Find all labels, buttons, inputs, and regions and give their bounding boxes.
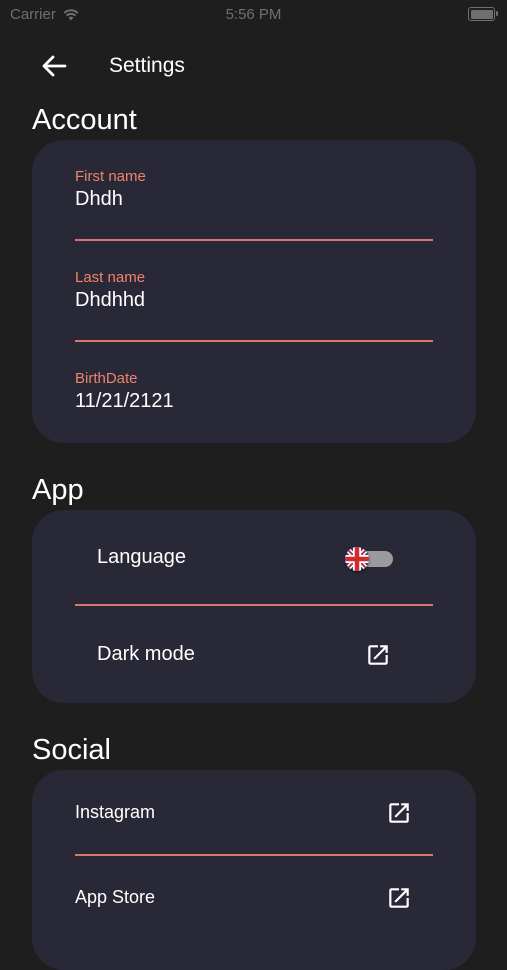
page-title: Settings bbox=[109, 54, 185, 77]
birth-date-value[interactable]: 11/21/2121 bbox=[75, 390, 433, 413]
account-card: First name Dhdh Last name Dhdhhd BirthDa… bbox=[32, 140, 476, 443]
last-name-underline bbox=[75, 340, 433, 342]
arrow-back-icon bbox=[42, 55, 67, 77]
section-title-app: App bbox=[32, 474, 84, 506]
last-name-value[interactable]: Dhdhhd bbox=[75, 289, 433, 312]
language-toggle[interactable] bbox=[345, 547, 393, 571]
birth-date-label: BirthDate bbox=[75, 370, 138, 387]
app-bar: Settings bbox=[0, 44, 507, 88]
last-name-label: Last name bbox=[75, 269, 146, 286]
app-store-open-button[interactable] bbox=[385, 884, 413, 912]
first-name-value[interactable]: Dhdh bbox=[75, 188, 433, 211]
open-in-new-icon bbox=[389, 803, 409, 823]
app-store-label: App Store bbox=[75, 887, 156, 907]
dark-mode-open-button[interactable] bbox=[364, 641, 392, 669]
language-label: Language bbox=[97, 546, 186, 568]
section-title-social: Social bbox=[32, 734, 111, 766]
last-name-field[interactable]: Last name Dhdhhd bbox=[75, 269, 433, 312]
battery-icon bbox=[468, 7, 498, 21]
instagram-label: Instagram bbox=[75, 802, 156, 822]
instagram-open-button[interactable] bbox=[385, 799, 413, 827]
status-bar: Carrier 5:56 PM bbox=[0, 0, 507, 30]
first-name-label: First name bbox=[75, 168, 146, 185]
status-time: 5:56 PM bbox=[225, 6, 282, 23]
uk-flag-icon bbox=[345, 547, 369, 571]
section-title-account: Account bbox=[32, 104, 137, 136]
first-name-underline bbox=[75, 239, 433, 241]
instagram-divider bbox=[75, 854, 433, 856]
back-button[interactable] bbox=[38, 52, 70, 80]
dark-mode-label: Dark mode bbox=[97, 643, 195, 665]
app-card: Language Dark mode bbox=[32, 510, 476, 703]
social-card: Instagram App Store bbox=[32, 770, 476, 970]
open-in-new-icon bbox=[389, 888, 409, 908]
first-name-field[interactable]: First name Dhdh bbox=[75, 168, 433, 211]
language-divider bbox=[75, 604, 433, 606]
open-in-new-icon bbox=[368, 645, 388, 665]
birth-date-field[interactable]: BirthDate 11/21/2121 bbox=[75, 370, 433, 413]
